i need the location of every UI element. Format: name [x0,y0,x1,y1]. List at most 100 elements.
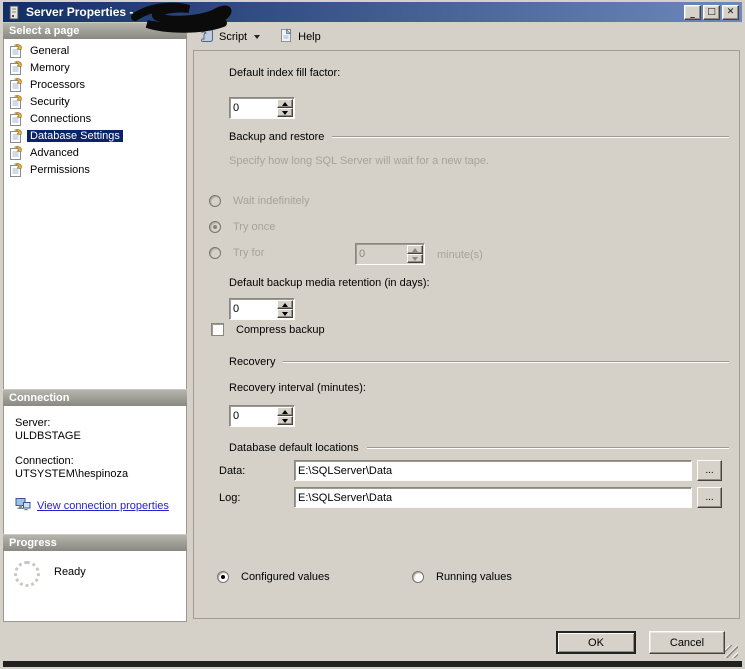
try-for-radio[interactable] [209,247,221,259]
page-list: General Memory Processors Security Conne… [3,39,187,389]
script-button[interactable]: Script [196,26,263,48]
sidebar-item-general[interactable]: General [4,42,186,59]
group-divider [366,447,729,449]
help-button[interactable]: Help [275,26,324,48]
sidebar-item-database-settings[interactable]: Database Settings [4,127,186,144]
progress-header: Progress [3,534,187,551]
configured-values-label: Configured values [241,571,330,583]
spin-up-button[interactable] [277,407,293,416]
wait-indefinitely-option: Wait indefinitely [209,195,310,207]
recovery-group: Recovery [229,356,729,368]
chevron-down-icon [254,34,261,39]
sidebar-item-connections[interactable]: Connections [4,110,186,127]
connection-header: Connection [3,389,187,406]
view-connection-properties-link[interactable]: View connection properties [37,500,169,512]
log-label: Log: [219,492,241,504]
sidebar-item-label: Connections [30,112,92,125]
sidebar-item-label: Processors [30,78,86,91]
fill-factor-input[interactable] [233,100,275,116]
data-browse-button[interactable]: ... [697,460,722,481]
help-icon [278,28,294,46]
try-for-spinner [355,243,425,265]
view-connection-properties[interactable]: View connection properties [15,497,186,514]
sidebar-item-label: Database Settings [27,129,123,142]
ok-button[interactable]: OK [556,631,636,654]
wait-indefinitely-label: Wait indefinitely [233,195,310,207]
sidebar-item-label: Advanced [30,146,79,159]
retention-spinner [229,298,295,320]
close-button[interactable]: ✕ [722,4,739,20]
sidebar-item-permissions[interactable]: Permissions [4,161,186,178]
try-once-radio[interactable] [209,221,221,233]
running-values-label: Running values [436,571,512,583]
log-browse-button[interactable]: ... [697,487,722,508]
retention-input[interactable] [233,301,275,317]
wait-indefinitely-radio[interactable] [209,195,221,207]
spin-up-button[interactable] [277,99,293,108]
compress-backup-label: Compress backup [236,323,325,336]
sidebar-item-security[interactable]: Security [4,93,186,110]
progress-status: Ready [54,566,86,578]
sidebar-item-label: General [30,44,70,57]
retention-label: Default backup media retention (in days)… [229,277,430,289]
backup-restore-group: Backup and restore [229,131,729,143]
try-for-input[interactable] [359,246,401,262]
script-button-label: Script [219,30,248,43]
help-button-label: Help [298,30,321,43]
sidebar-item-processors[interactable]: Processors [4,76,186,93]
minimize-button[interactable]: _ [684,4,701,20]
group-divider [332,136,729,138]
fill-factor-spinner [229,97,295,119]
default-locations-group: Database default locations [229,442,729,454]
connection-properties-icon [15,497,31,514]
connection-value: UTSYSTEM\hespinoza [15,468,129,480]
page-icon [8,77,24,93]
recovery-group-label: Recovery [229,356,276,368]
sidebar-item-memory[interactable]: Memory [4,59,186,76]
spin-down-button[interactable] [277,416,293,425]
data-path-input[interactable] [298,463,688,478]
sidebar-item-advanced[interactable]: Advanced [4,144,186,161]
page-icon [8,94,24,110]
title-bar[interactable]: Server Properties - _ □ ✕ [3,2,742,22]
compress-backup-checkbox[interactable] [211,323,224,336]
maximize-button[interactable]: □ [703,4,720,20]
page-icon [8,43,24,59]
try-once-label: Try once [233,221,276,233]
spin-down-button[interactable] [407,254,423,263]
configured-values-radio[interactable] [217,571,229,583]
window-controls: _ □ ✕ [684,4,739,20]
spin-down-button[interactable] [277,108,293,117]
running-values-option: Running values [412,571,512,583]
sidebar-item-label: Security [30,95,70,108]
toolbar: Script Help [191,24,742,49]
log-path-input[interactable] [298,490,688,505]
group-divider [283,361,729,363]
page-icon [8,128,24,144]
database-settings-page: Default index fill factor: Backup and re… [193,50,740,619]
recovery-interval-spinner [229,405,295,427]
recovery-interval-label: Recovery interval (minutes): [229,382,366,394]
page-icon [8,111,24,127]
try-for-option: Try for [209,247,264,259]
fill-factor-label: Default index fill factor: [229,67,341,79]
progress-spinner-icon [14,561,40,587]
spin-down-button[interactable] [277,309,293,318]
default-locations-group-label: Database default locations [229,442,359,454]
recovery-interval-input[interactable] [233,408,275,424]
sidebar: Select a page General Memory Processors … [3,22,187,622]
try-for-label: Try for [233,247,265,259]
server-label: Server: [15,417,51,429]
spin-up-button[interactable] [277,300,293,309]
minutes-label: minute(s) [437,249,483,261]
spin-up-button[interactable] [407,245,423,254]
connection-label: Connection: [15,455,74,467]
running-values-radio[interactable] [412,571,424,583]
select-a-page-header: Select a page [3,22,187,39]
progress-panel: Ready [3,551,187,622]
data-label: Data: [219,465,246,477]
script-icon [199,28,215,46]
cancel-button[interactable]: Cancel [649,631,725,654]
resize-grip[interactable] [725,645,738,658]
window-bottom-edge [3,661,742,667]
